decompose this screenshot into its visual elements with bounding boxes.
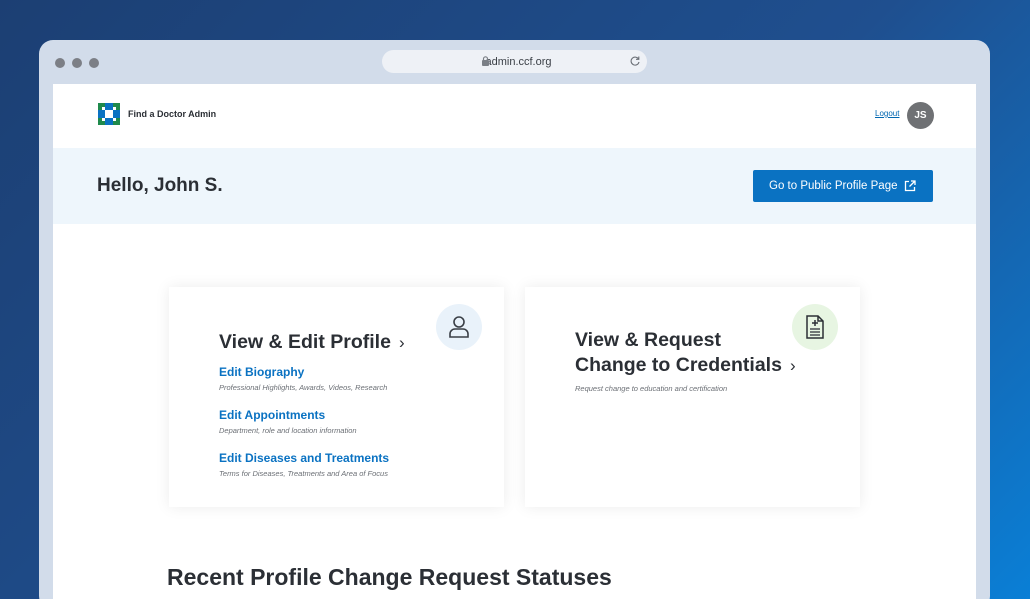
- edit-appointments-description: Department, role and location informatio…: [219, 426, 357, 435]
- top-nav: Find a Doctor Admin Logout JS: [53, 84, 976, 148]
- external-link-icon: [904, 180, 916, 192]
- public-profile-button[interactable]: Go to Public Profile Page: [753, 170, 933, 202]
- credentials-card[interactable]: View & Request Change to Credentials › Re…: [525, 287, 860, 507]
- logout-link[interactable]: Logout: [875, 109, 899, 118]
- user-avatar[interactable]: JS: [907, 102, 934, 129]
- credentials-card-title[interactable]: View & Request Change to Credentials ›: [575, 328, 796, 378]
- chevron-right-icon: ›: [789, 356, 796, 375]
- edit-diseases-treatments-description: Terms for Diseases, Treatments and Area …: [219, 469, 388, 478]
- clinic-logo-icon[interactable]: [98, 103, 120, 125]
- public-profile-button-label: Go to Public Profile Page: [769, 180, 898, 192]
- profile-card-title-text: View & Edit Profile: [219, 331, 391, 353]
- web-page: Find a Doctor Admin Logout JS Hello, Joh…: [53, 84, 976, 599]
- edit-biography-link[interactable]: Edit Biography: [219, 365, 304, 379]
- edit-diseases-treatments-link[interactable]: Edit Diseases and Treatments: [219, 451, 389, 465]
- edit-biography-description: Professional Highlights, Awards, Videos,…: [219, 383, 388, 392]
- url-text: admin.ccf.org: [485, 55, 552, 68]
- address-bar[interactable]: admin.ccf.org: [382, 50, 647, 73]
- greeting-heading: Hello, John S.: [97, 175, 223, 196]
- lock-icon: [482, 56, 489, 66]
- maximize-dot[interactable]: [89, 58, 99, 68]
- credentials-card-title-line1: View & Request: [575, 329, 721, 351]
- chevron-right-icon: ›: [398, 333, 405, 352]
- minimize-dot[interactable]: [72, 58, 82, 68]
- close-dot[interactable]: [55, 58, 65, 68]
- brand-name[interactable]: Find a Doctor Admin: [128, 109, 216, 119]
- browser-window: admin.ccf.org Find a Doctor Admin Logout…: [39, 40, 990, 599]
- user-icon: [436, 304, 482, 350]
- recent-requests-heading: Recent Profile Change Request Statuses: [167, 564, 612, 590]
- profile-card-title[interactable]: View & Edit Profile ›: [219, 330, 405, 355]
- edit-appointments-link[interactable]: Edit Appointments: [219, 408, 325, 422]
- refresh-icon[interactable]: [629, 55, 641, 67]
- welcome-banner: Hello, John S. Go to Public Profile Page: [53, 148, 976, 224]
- credentials-card-description: Request change to education and certific…: [575, 384, 728, 393]
- profile-card[interactable]: View & Edit Profile › Edit Biography Prof…: [169, 287, 504, 507]
- window-controls: [55, 58, 99, 68]
- document-plus-icon: [792, 304, 838, 350]
- credentials-card-title-line2: Change to Credentials: [575, 354, 782, 376]
